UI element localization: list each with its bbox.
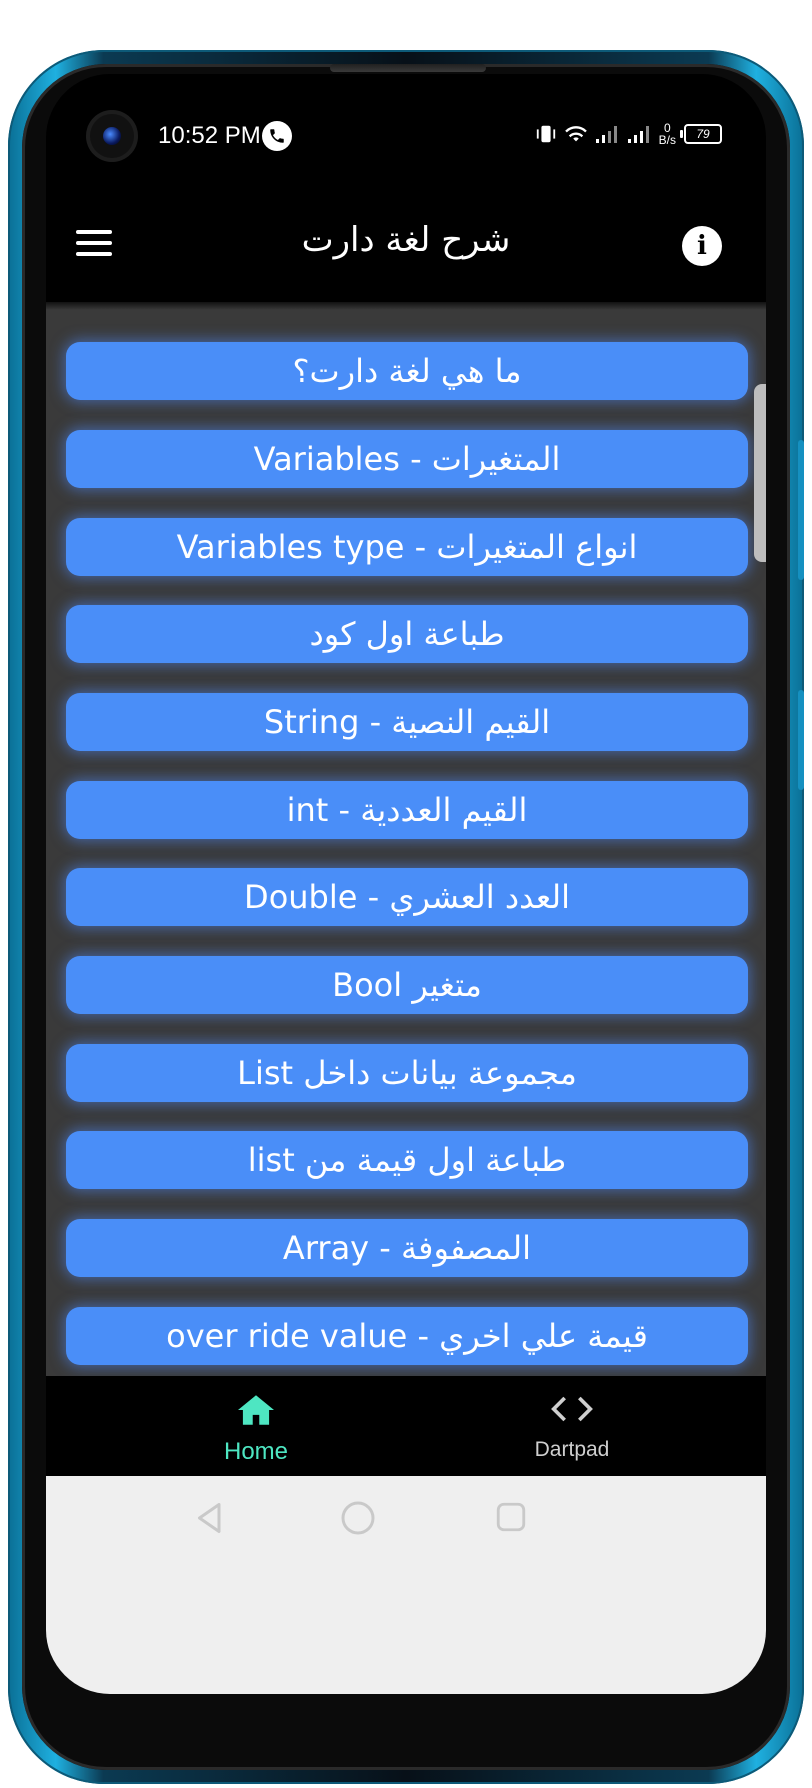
lesson-item[interactable]: مجموعة بيانات داخل List bbox=[66, 1044, 748, 1102]
nav-home-label: Home bbox=[223, 1438, 289, 1465]
back-icon[interactable] bbox=[192, 1500, 228, 1536]
call-icon bbox=[262, 121, 292, 151]
signal-icon bbox=[595, 126, 617, 143]
wifi-icon bbox=[564, 126, 587, 142]
status-icons: 0 B/s 79 bbox=[535, 118, 722, 150]
info-icon[interactable]: i bbox=[682, 226, 722, 266]
speaker-slot bbox=[330, 64, 486, 72]
system-navigation-bar bbox=[46, 1476, 766, 1694]
signal-icon-2 bbox=[627, 126, 649, 143]
screen: 10:52 PM 0 B/s 79 شرح لغة دارت i ما هي ل… bbox=[46, 74, 766, 1694]
bottom-navigation: Home Dartpad bbox=[46, 1376, 766, 1476]
battery-icon: 79 bbox=[680, 124, 722, 144]
lesson-item[interactable]: طباعة اول قيمة من list bbox=[66, 1131, 748, 1189]
power-button bbox=[798, 690, 804, 790]
lesson-item[interactable]: Double - العدد العشري bbox=[66, 868, 748, 926]
battery-level: 79 bbox=[696, 127, 710, 141]
status-time: 10:52 PM bbox=[158, 122, 261, 149]
nav-dartpad-label: Dartpad bbox=[534, 1438, 610, 1461]
lesson-item[interactable]: Array - المصفوفة bbox=[66, 1219, 748, 1277]
lesson-item[interactable]: Variables type - انواع المتغيرات bbox=[66, 518, 748, 576]
lesson-item[interactable]: over ride value - قيمة علي اخري bbox=[66, 1307, 748, 1365]
lessons-list[interactable]: ما هي لغة دارت؟ Variables - المتغيرات Va… bbox=[46, 302, 766, 1376]
lesson-item[interactable]: Variables - المتغيرات bbox=[66, 430, 748, 488]
lesson-item[interactable]: String - القيم النصية bbox=[66, 693, 748, 751]
scrollbar[interactable] bbox=[754, 384, 766, 562]
lesson-item[interactable]: ما هي لغة دارت؟ bbox=[66, 342, 748, 400]
home-circle-icon[interactable] bbox=[340, 1500, 376, 1536]
front-camera bbox=[86, 110, 138, 162]
home-icon bbox=[238, 1395, 274, 1425]
lesson-item[interactable]: int - القيم العددية bbox=[66, 781, 748, 839]
nav-home[interactable]: Home bbox=[156, 1392, 356, 1466]
recents-icon[interactable] bbox=[494, 1500, 528, 1534]
app-bar: شرح لغة دارت i bbox=[46, 182, 766, 302]
volume-button bbox=[798, 440, 804, 580]
nav-dartpad[interactable]: Dartpad bbox=[472, 1392, 672, 1462]
lesson-item[interactable]: طباعة اول كود bbox=[66, 605, 748, 663]
page-title: شرح لغة دارت bbox=[301, 220, 511, 260]
network-speed: 0 B/s bbox=[659, 122, 676, 146]
code-icon bbox=[551, 1396, 593, 1422]
lesson-item[interactable]: متغير Bool bbox=[66, 956, 748, 1014]
speed-unit: B/s bbox=[658, 133, 676, 147]
vibrate-icon bbox=[536, 125, 555, 143]
